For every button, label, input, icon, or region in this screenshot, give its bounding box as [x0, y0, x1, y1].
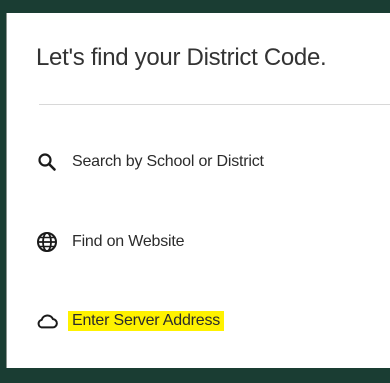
- search-option-label: Search by School or District: [72, 153, 264, 170]
- search-icon: [36, 151, 58, 173]
- server-address-option-label: Enter Server Address: [68, 311, 225, 331]
- page-title: Let's find your District Code.: [36, 44, 327, 71]
- enter-server-address-option[interactable]: Enter Server Address: [36, 307, 225, 335]
- district-code-screen: Let's find your District Code. Search by…: [0, 0, 390, 383]
- globe-icon: [36, 231, 58, 253]
- bottom-border: [0, 368, 390, 383]
- top-border: [0, 0, 390, 13]
- title-divider: [39, 104, 390, 105]
- cloud-icon: [36, 310, 58, 332]
- find-on-website-option[interactable]: Find on Website: [36, 228, 185, 256]
- search-school-district-option[interactable]: Search by School or District: [36, 148, 264, 176]
- website-option-label: Find on Website: [72, 233, 185, 250]
